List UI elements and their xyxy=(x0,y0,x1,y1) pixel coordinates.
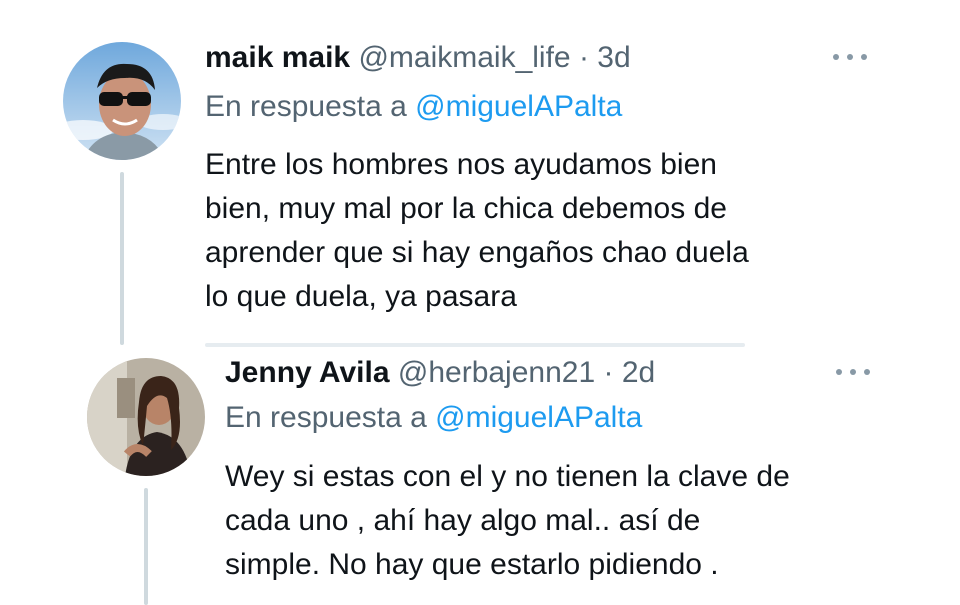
separator-dot: · xyxy=(603,356,614,389)
tweet-text: Wey si estas con el y no tienen la clave… xyxy=(225,460,790,581)
thread-connector-line xyxy=(144,488,148,605)
reply-mention-link[interactable]: @miguelAPalta xyxy=(435,401,642,434)
author-name[interactable]: maik maik xyxy=(205,41,350,74)
tweet-maik[interactable]: maik maik @maikmaik_life · 3d En respues… xyxy=(0,0,960,347)
tweet-header: maik maik @maikmaik_life · 3d xyxy=(205,40,631,76)
person-with-sunglasses-avatar-icon xyxy=(63,42,181,160)
author-handle[interactable]: @maikmaik_life xyxy=(358,41,570,74)
tweet-text: Entre los hombres nos ayudamos bien bien… xyxy=(205,148,749,313)
more-options-icon[interactable] xyxy=(836,365,870,379)
author-name[interactable]: Jenny Avila xyxy=(225,356,390,389)
avatar-jenny[interactable] xyxy=(87,358,205,476)
reply-prefix: En respuesta a xyxy=(205,90,407,123)
woman-selfie-avatar-icon xyxy=(87,358,205,476)
reply-mention-link[interactable]: @miguelAPalta xyxy=(415,90,622,123)
timestamp[interactable]: 2d xyxy=(622,356,655,389)
reply-context: En respuesta a @miguelAPalta xyxy=(205,89,622,125)
tweet-jenny[interactable]: Jenny Avila @herbajenn21 · 2d En respues… xyxy=(0,345,960,605)
avatar-maik[interactable] xyxy=(63,42,181,160)
timestamp[interactable]: 3d xyxy=(597,41,630,74)
reply-context: En respuesta a @miguelAPalta xyxy=(225,400,642,436)
reply-prefix: En respuesta a xyxy=(225,401,427,434)
author-handle[interactable]: @herbajenn21 xyxy=(398,356,595,389)
tweet-header: Jenny Avila @herbajenn21 · 2d xyxy=(225,355,655,391)
thread-connector-line xyxy=(120,172,124,345)
separator-dot: · xyxy=(578,41,589,74)
more-options-icon[interactable] xyxy=(833,50,867,64)
tweet-thread: maik maik @maikmaik_life · 3d En respues… xyxy=(0,0,960,605)
